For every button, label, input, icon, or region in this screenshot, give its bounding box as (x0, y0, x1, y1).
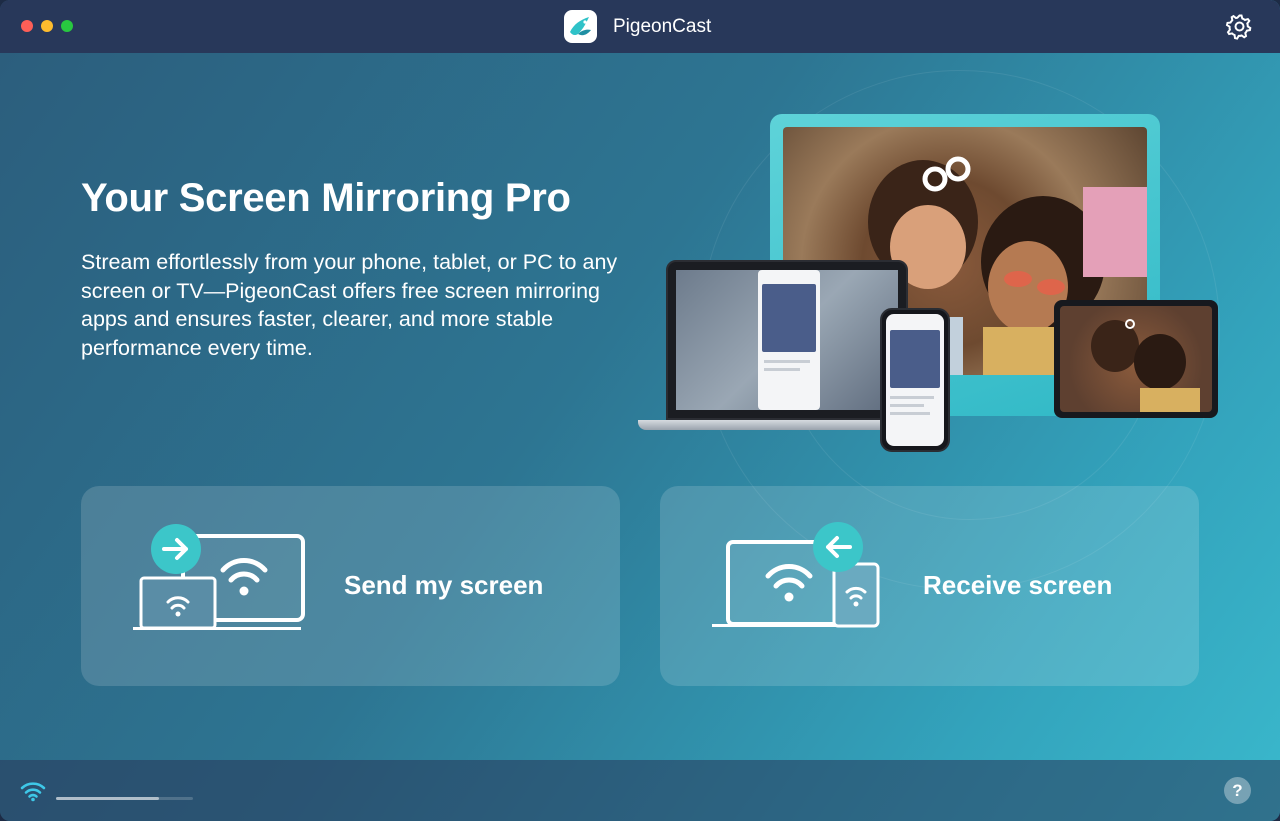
app-window: PigeonCast Your Screen Mirroring Pro Str… (0, 0, 1280, 821)
title-bar: PigeonCast (0, 0, 1280, 53)
tablet-photo (1060, 306, 1212, 412)
close-window-button[interactable] (21, 20, 33, 32)
phone-screen-content (886, 314, 944, 446)
connection-progress-bar (56, 797, 193, 800)
receive-screen-label: Receive screen (923, 570, 1113, 600)
laptop-base (638, 420, 908, 430)
app-logo-icon (564, 10, 597, 43)
laptop-screen-content (676, 270, 898, 410)
receive-screen-button[interactable]: Receive screen (660, 486, 1199, 686)
devices-illustration (630, 110, 1230, 460)
connection-progress-fill (56, 797, 159, 800)
help-button[interactable]: ? (1224, 777, 1251, 804)
hero-description: Stream effortlessly from your phone, tab… (81, 250, 618, 360)
send-screen-button[interactable]: Send my screen (81, 486, 620, 686)
page-title: Your Screen Mirroring Pro (81, 176, 571, 220)
send-screen-icon (131, 522, 311, 632)
send-screen-label: Send my screen (344, 570, 544, 600)
phone-device (880, 308, 950, 452)
status-bar: ? (0, 760, 1280, 821)
zoom-window-button[interactable] (61, 20, 73, 32)
gear-icon[interactable] (1225, 12, 1254, 41)
receive-screen-icon (710, 522, 890, 632)
minimize-window-button[interactable] (41, 20, 53, 32)
app-title: PigeonCast (613, 16, 712, 37)
tablet-device (1054, 300, 1218, 418)
laptop-device (666, 260, 908, 420)
wifi-icon[interactable] (20, 780, 46, 802)
